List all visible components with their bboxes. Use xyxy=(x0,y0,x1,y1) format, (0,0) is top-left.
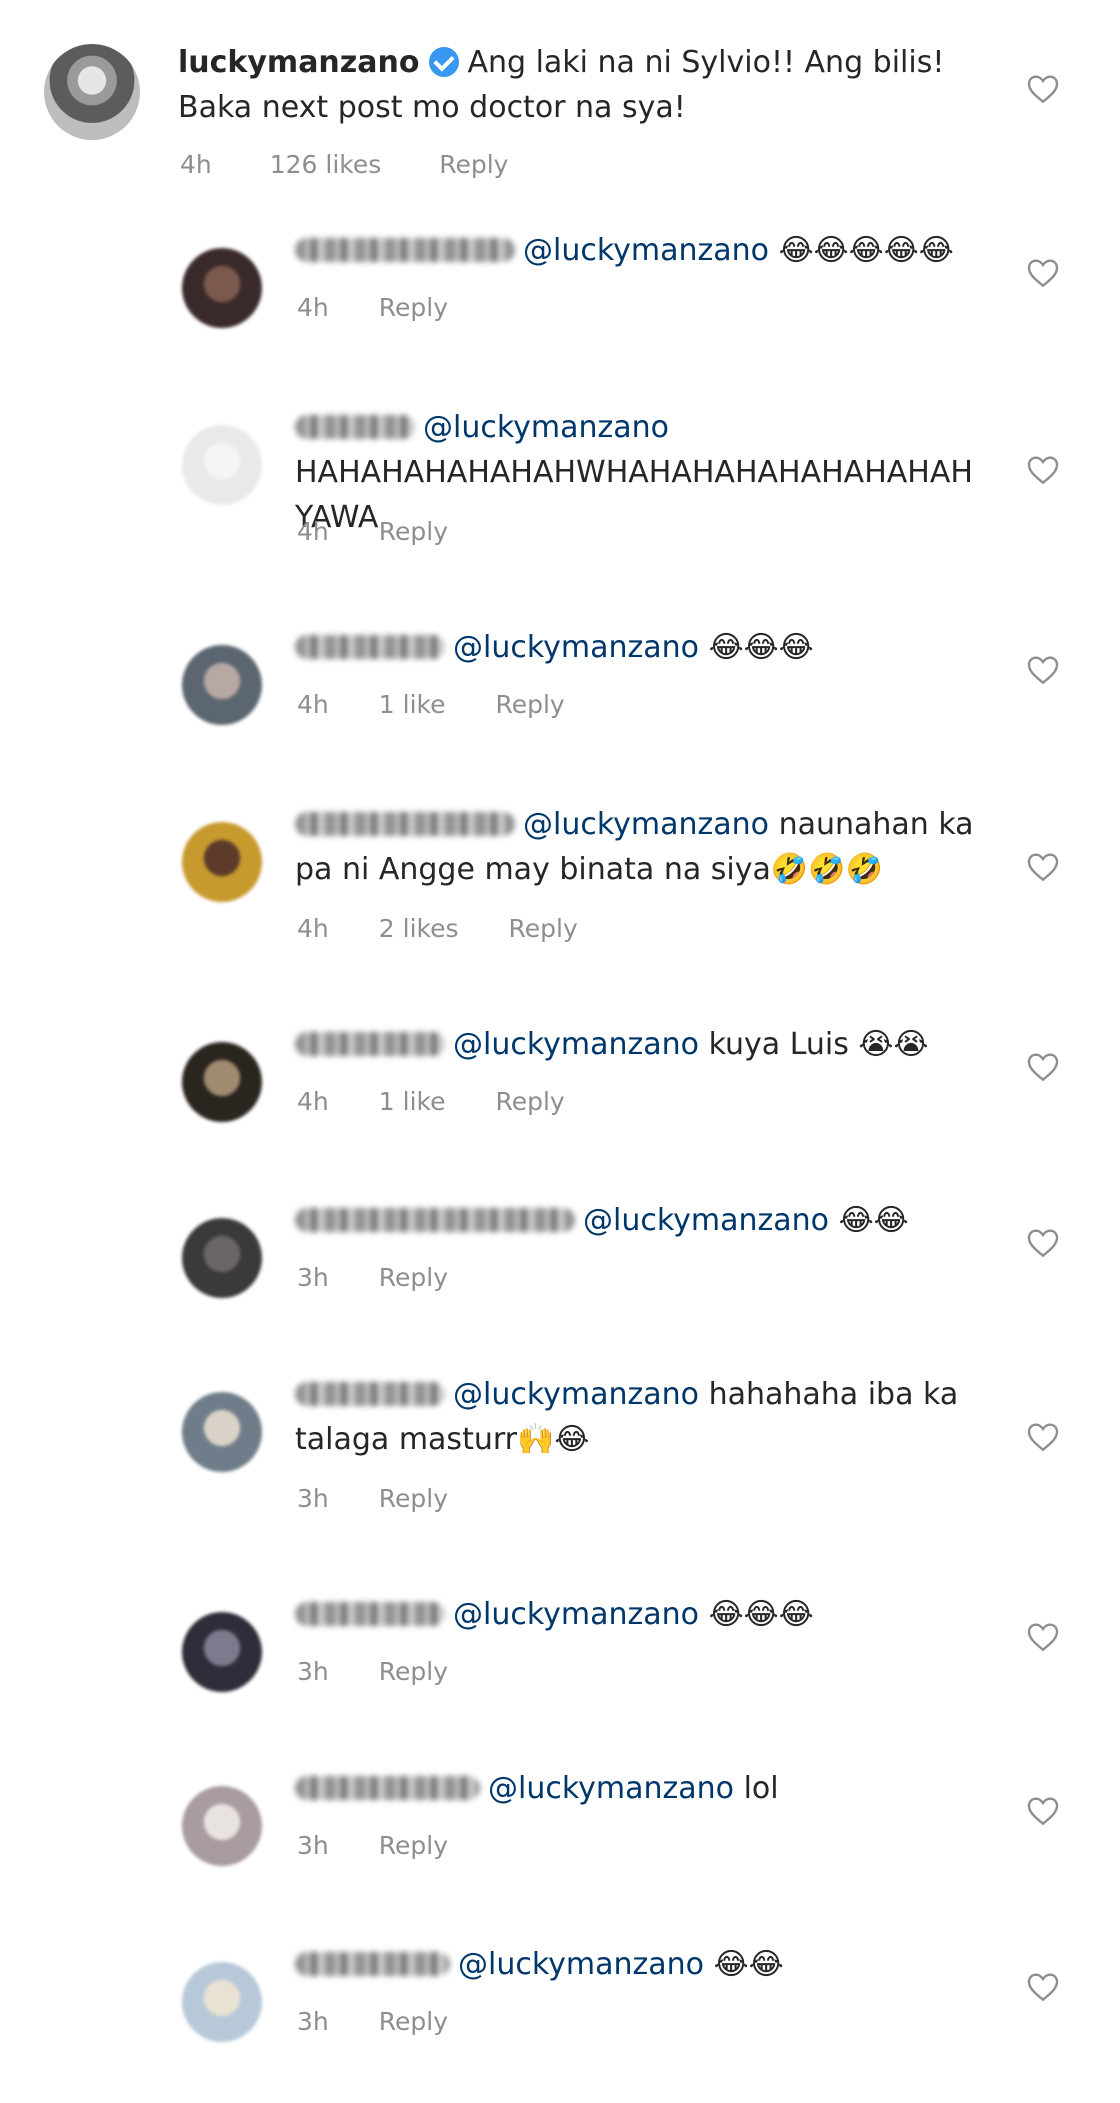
reply-likes[interactable]: 1 like xyxy=(379,690,446,719)
mention-link[interactable]: @luckymanzano xyxy=(583,1203,829,1238)
mention-link[interactable]: @luckymanzano xyxy=(453,1027,699,1062)
reply-time: 4h xyxy=(297,914,329,943)
avatar[interactable] xyxy=(182,1042,262,1122)
reply-meta: 3h Reply xyxy=(297,1484,498,1513)
heart-outline-icon[interactable] xyxy=(1027,1228,1059,1258)
avatar[interactable] xyxy=(182,1962,262,2042)
heart-outline-icon[interactable] xyxy=(1027,455,1059,485)
reply-time: 3h xyxy=(297,2007,329,2036)
blurred-username[interactable] xyxy=(295,1382,445,1406)
avatar[interactable] xyxy=(182,645,262,725)
avatar[interactable] xyxy=(182,1786,262,1866)
heart-outline-icon[interactable] xyxy=(1027,1796,1059,1826)
reply-meta: 3h Reply xyxy=(297,1831,498,1860)
reply-body: @luckymanzano 😂😂 xyxy=(295,1198,995,1243)
reply-likes[interactable]: 1 like xyxy=(379,1087,446,1116)
reply-text: 😂😂 xyxy=(838,1203,909,1238)
avatar[interactable] xyxy=(182,1218,262,1298)
blurred-username[interactable] xyxy=(295,1776,480,1800)
avatar[interactable] xyxy=(182,1392,262,1472)
reply-text: kuya Luis 😭😭 xyxy=(708,1027,929,1062)
comment-meta: 4h 126 likes Reply xyxy=(180,150,558,179)
reply-body: @luckymanzano naunahan ka pa ni Angge ma… xyxy=(295,802,995,892)
reply-button[interactable]: Reply xyxy=(379,1657,448,1686)
reply-time: 4h xyxy=(297,690,329,719)
reply-body: @luckymanzano 😂😂 xyxy=(295,1942,995,1987)
reply-meta: 3h Reply xyxy=(297,1657,498,1686)
reply-body: @luckymanzano kuya Luis 😭😭 xyxy=(295,1022,995,1067)
heart-outline-icon[interactable] xyxy=(1027,852,1059,882)
reply-time: 3h xyxy=(297,1831,329,1860)
mention-link[interactable]: @luckymanzano xyxy=(423,410,669,445)
reply-meta: 4h 1 like Reply xyxy=(297,1087,615,1116)
reply-likes[interactable]: 2 likes xyxy=(379,914,459,943)
heart-outline-icon[interactable] xyxy=(1027,74,1059,104)
comment-likes[interactable]: 126 likes xyxy=(270,150,382,179)
reply-text: lol xyxy=(743,1771,779,1806)
avatar[interactable] xyxy=(182,248,262,328)
reply-button[interactable]: Reply xyxy=(379,1831,448,1860)
reply-time: 4h xyxy=(297,517,329,546)
reply-button[interactable]: Reply xyxy=(495,1087,564,1116)
reply-button[interactable]: Reply xyxy=(379,1263,448,1292)
reply-text: 😂😂😂😂😂 xyxy=(778,233,954,268)
mention-link[interactable]: @luckymanzano xyxy=(453,1597,699,1632)
reply-button[interactable]: Reply xyxy=(379,2007,448,2036)
reply-body: @luckymanzano lol xyxy=(295,1766,995,1811)
reply-text: 😂😂😂 xyxy=(708,1597,814,1632)
reply-meta: 4h 1 like Reply xyxy=(297,690,615,719)
blurred-username[interactable] xyxy=(295,635,445,659)
reply-text: 😂😂😂 xyxy=(708,630,814,665)
blurred-username[interactable] xyxy=(295,1032,445,1056)
mention-link[interactable]: @luckymanzano xyxy=(488,1771,734,1806)
reply-button[interactable]: Reply xyxy=(509,914,578,943)
mention-link[interactable]: @luckymanzano xyxy=(453,1377,699,1412)
reply-meta: 4h 2 likes Reply xyxy=(297,914,628,943)
reply-button[interactable]: Reply xyxy=(439,150,508,179)
blurred-username[interactable] xyxy=(295,415,415,439)
reply-body: @luckymanzano 😂😂😂 xyxy=(295,1592,995,1637)
reply-button[interactable]: Reply xyxy=(379,517,448,546)
heart-outline-icon[interactable] xyxy=(1027,1622,1059,1652)
reply-time: 3h xyxy=(297,1657,329,1686)
reply-body: @luckymanzano 😂😂😂😂😂 xyxy=(295,228,995,273)
blurred-username[interactable] xyxy=(295,812,515,836)
reply-meta: 3h Reply xyxy=(297,1263,498,1292)
reply-meta: 3h Reply xyxy=(297,2007,498,2036)
heart-outline-icon[interactable] xyxy=(1027,1972,1059,2002)
reply-time: 4h xyxy=(297,1087,329,1116)
heart-outline-icon[interactable] xyxy=(1027,258,1059,288)
reply-meta: 4h Reply xyxy=(297,293,498,322)
avatar[interactable] xyxy=(182,822,262,902)
comment-username[interactable]: luckymanzano xyxy=(178,45,419,80)
verified-badge-icon xyxy=(429,47,460,77)
avatar[interactable] xyxy=(182,425,262,505)
mention-link[interactable]: @luckymanzano xyxy=(458,1947,704,1982)
reply-time: 3h xyxy=(297,1484,329,1513)
blurred-username[interactable] xyxy=(295,1952,450,1976)
reply-body: @luckymanzano 😂😂😂 xyxy=(295,625,995,670)
avatar[interactable] xyxy=(182,1612,262,1692)
blurred-username[interactable] xyxy=(295,238,515,262)
mention-link[interactable]: @luckymanzano xyxy=(523,807,769,842)
heart-outline-icon[interactable] xyxy=(1027,1052,1059,1082)
blurred-username[interactable] xyxy=(295,1208,575,1232)
reply-text: 😂😂 xyxy=(713,1947,784,1982)
reply-button[interactable]: Reply xyxy=(379,293,448,322)
heart-outline-icon[interactable] xyxy=(1027,655,1059,685)
avatar[interactable] xyxy=(44,44,140,140)
blurred-username[interactable] xyxy=(295,1602,445,1626)
reply-button[interactable]: Reply xyxy=(495,690,564,719)
reply-body: @luckymanzano hahahaha iba ka talaga mas… xyxy=(295,1372,995,1462)
reply-button[interactable]: Reply xyxy=(379,1484,448,1513)
heart-outline-icon[interactable] xyxy=(1027,1422,1059,1452)
mention-link[interactable]: @luckymanzano xyxy=(523,233,769,268)
reply-time: 4h xyxy=(297,293,329,322)
comment-body: luckymanzano Ang laki na ni Sylvio!! Ang … xyxy=(178,40,978,130)
comment-time: 4h xyxy=(180,150,212,179)
reply-meta: 4h Reply xyxy=(297,517,498,546)
reply-time: 3h xyxy=(297,1263,329,1292)
mention-link[interactable]: @luckymanzano xyxy=(453,630,699,665)
